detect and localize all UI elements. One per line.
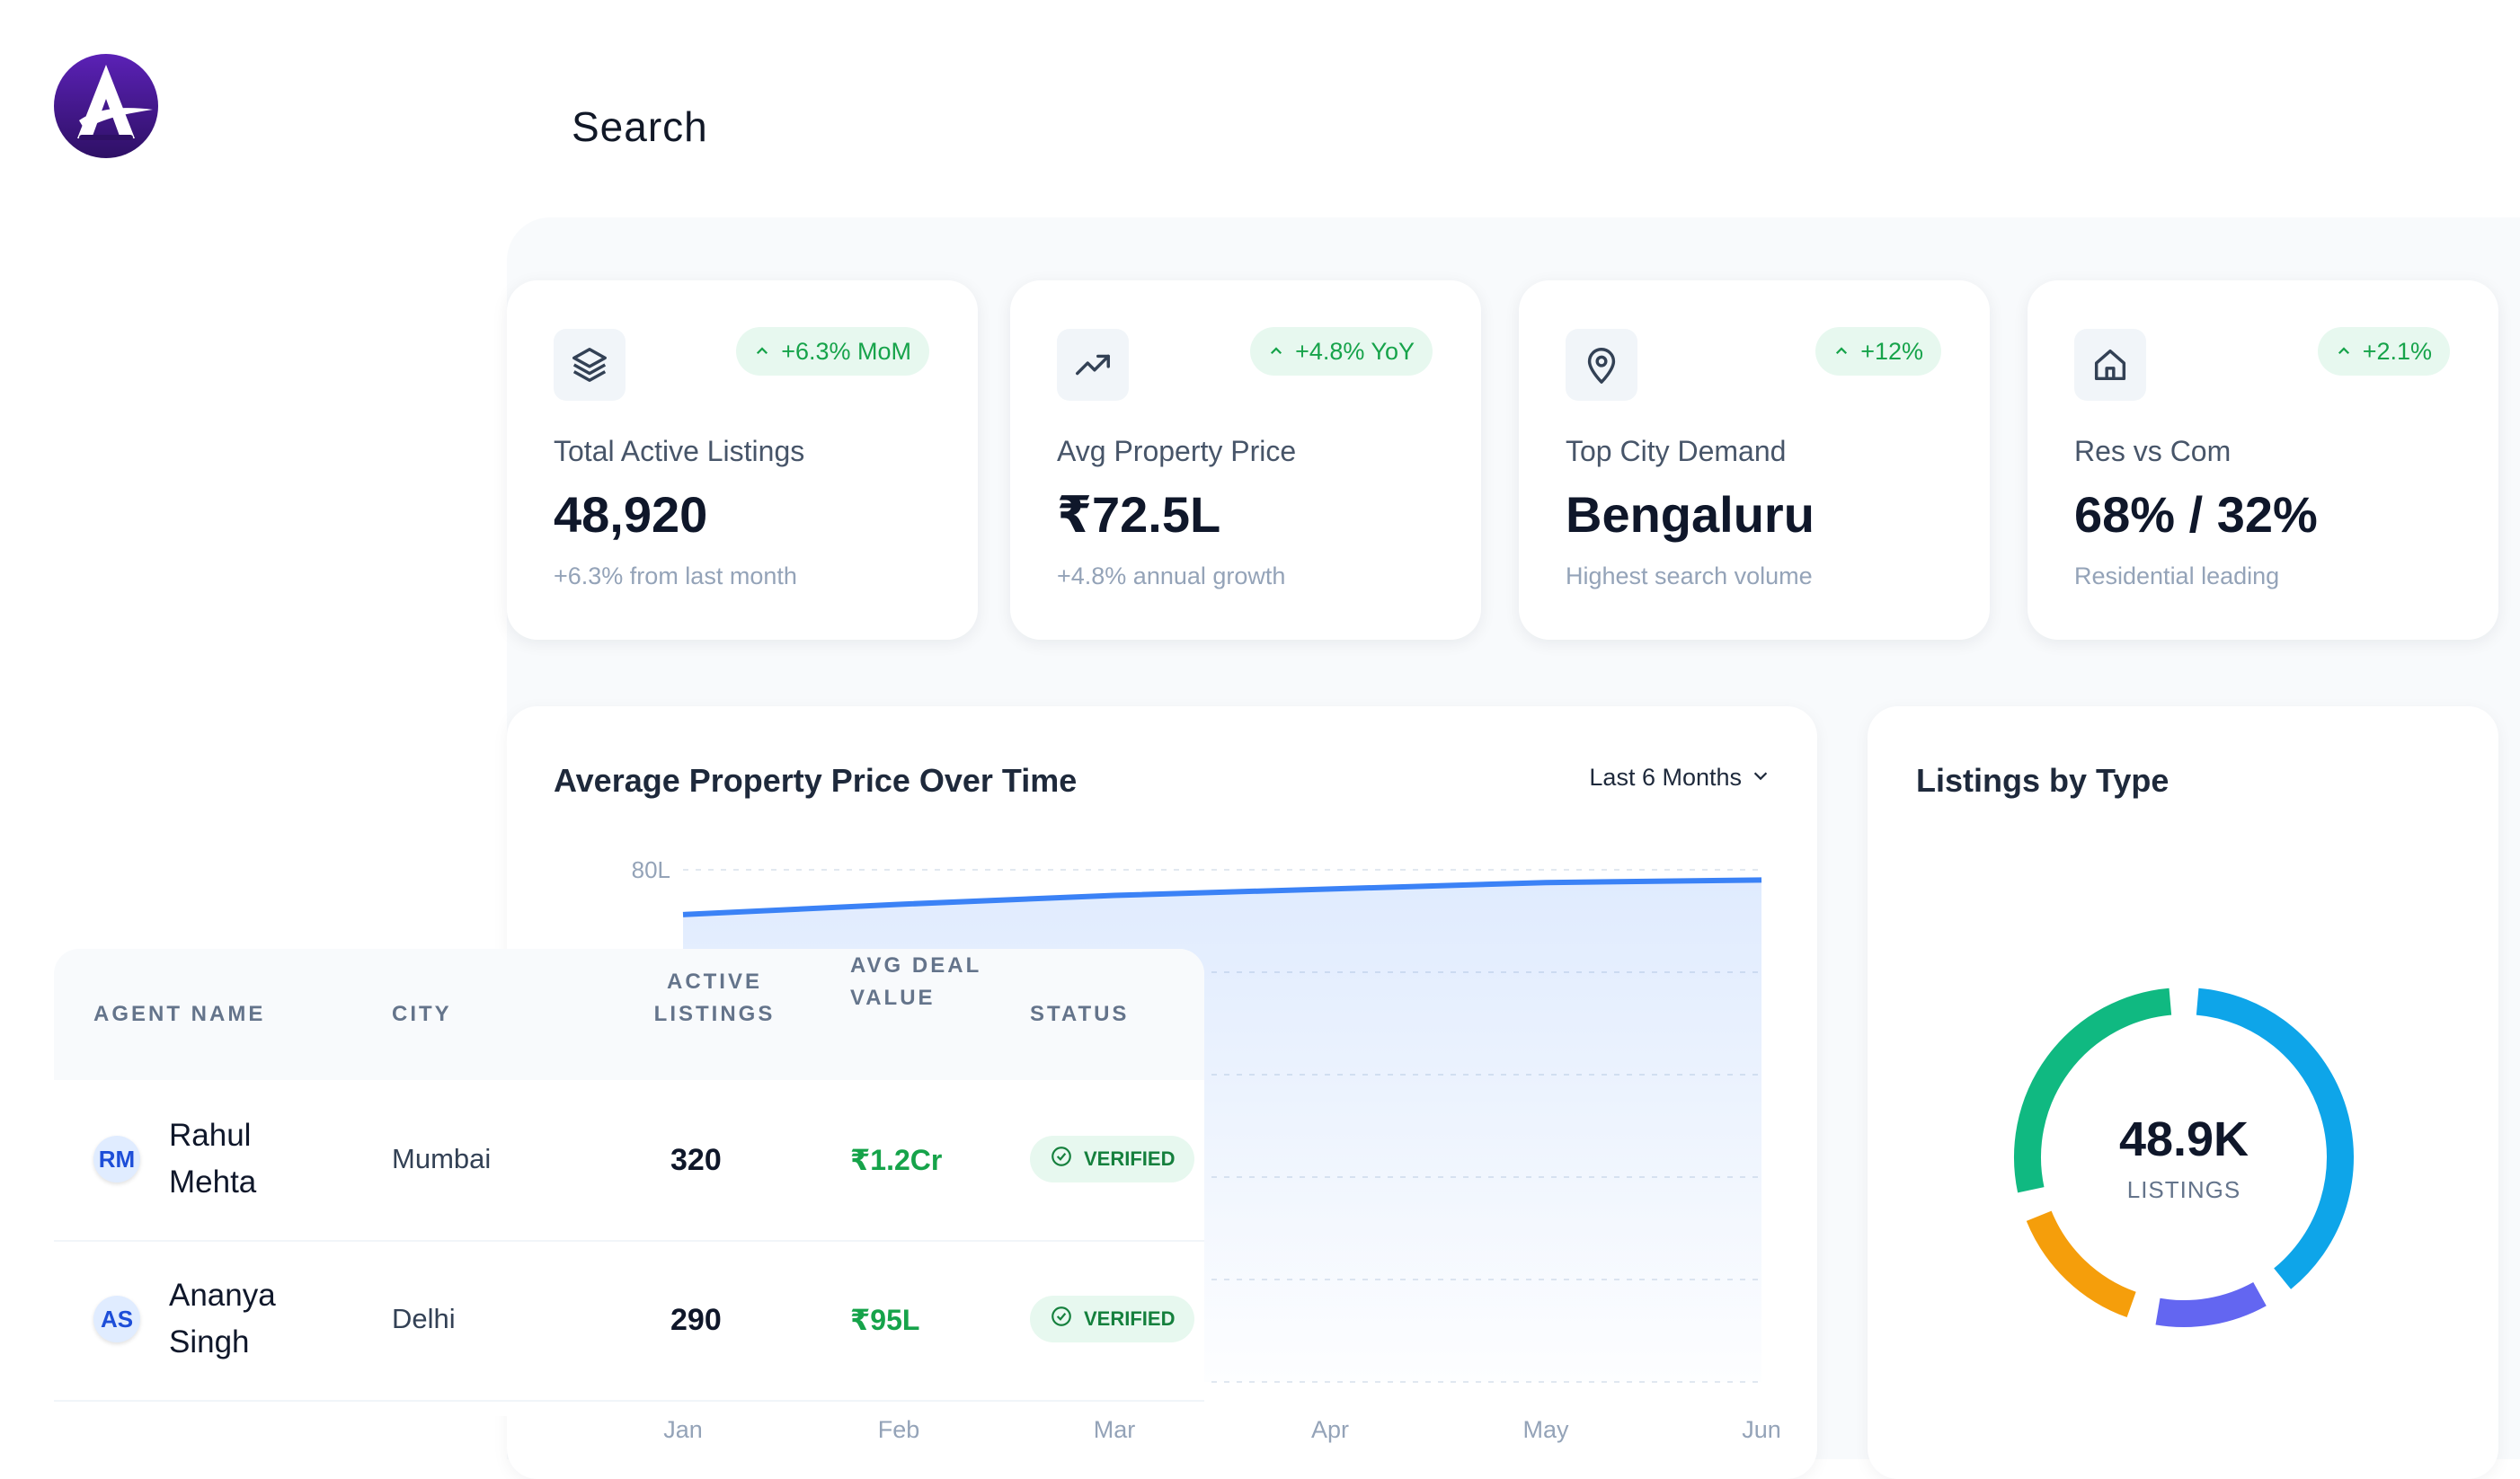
check-circle-icon bbox=[1050, 1305, 1073, 1333]
kpi-change-badge: +12% bbox=[1815, 327, 1941, 376]
kpi-card-top-city[interactable]: +12% Top City Demand Bengaluru Highest s… bbox=[1519, 280, 1990, 640]
kpi-change-badge: +6.3% MoM bbox=[736, 327, 929, 376]
agent-city: Mumbai bbox=[392, 1143, 492, 1174]
chevron-up-icon bbox=[2336, 338, 2352, 366]
chevron-up-icon bbox=[1268, 338, 1284, 366]
trend-up-icon bbox=[1057, 329, 1129, 401]
kpi-value: 68% / 32% bbox=[2074, 486, 2318, 543]
search-label[interactable]: Search bbox=[572, 102, 708, 151]
avatar: AS bbox=[93, 1296, 140, 1342]
table-row[interactable]: RM Rahul Mehta Mumbai 320 ₹1.2Cr VERIFIE… bbox=[54, 1080, 1204, 1242]
kpi-label: Total Active Listings bbox=[554, 435, 805, 467]
agent-avg-deal-value: ₹1.2Cr bbox=[850, 1144, 943, 1176]
agents-table: AGENT NAME CITY ACTIVE LISTINGS AVG DEAL… bbox=[54, 949, 1204, 1416]
status-text: VERIFIED bbox=[1084, 1147, 1176, 1170]
kpi-value: 48,920 bbox=[554, 486, 708, 543]
kpi-value: Bengaluru bbox=[1566, 486, 1815, 543]
donut-total: 48.9K bbox=[2118, 1111, 2249, 1166]
brand-logo[interactable] bbox=[52, 52, 160, 160]
agent-active-listings: 320 bbox=[670, 1143, 722, 1177]
chevron-up-icon bbox=[1833, 338, 1850, 366]
kpi-badge-text: +6.3% MoM bbox=[781, 337, 911, 365]
check-circle-icon bbox=[1050, 1145, 1073, 1173]
column-header-status[interactable]: STATUS bbox=[1030, 998, 1129, 1031]
agent-name: Ananya Singh bbox=[169, 1278, 276, 1359]
agent-name: Rahul Mehta bbox=[169, 1118, 257, 1200]
kpi-badge-text: +12% bbox=[1860, 337, 1923, 365]
kpi-label: Avg Property Price bbox=[1057, 435, 1297, 467]
x-tick-label: Apr bbox=[1311, 1416, 1349, 1443]
status-badge: VERIFIED bbox=[1030, 1136, 1195, 1182]
kpi-label: Res vs Com bbox=[2074, 435, 2232, 467]
x-tick-label: Jun bbox=[1742, 1416, 1781, 1443]
y-tick-label: 80L bbox=[632, 856, 670, 883]
column-header-agent-name[interactable]: AGENT NAME bbox=[93, 998, 265, 1031]
kpi-badge-text: +4.8% YoY bbox=[1295, 337, 1415, 365]
kpi-card-res-vs-com[interactable]: +2.1% Res vs Com 68% / 32% Residential l… bbox=[2028, 280, 2498, 640]
home-icon bbox=[2074, 329, 2146, 401]
agent-avg-deal-value: ₹95L bbox=[850, 1304, 920, 1336]
agent-active-listings: 290 bbox=[670, 1303, 722, 1337]
x-tick-label: Mar bbox=[1094, 1416, 1136, 1443]
x-tick-label: Jan bbox=[663, 1416, 703, 1443]
table-header: AGENT NAME CITY ACTIVE LISTINGS AVG DEAL… bbox=[54, 949, 1204, 1080]
kpi-value: ₹72.5L bbox=[1057, 486, 1221, 543]
donut-center: 48.9K LISTINGS bbox=[2011, 985, 2356, 1330]
kpi-note: +4.8% annual growth bbox=[1057, 562, 1286, 589]
agent-city: Delhi bbox=[392, 1303, 456, 1334]
kpi-badge-text: +2.1% bbox=[2362, 337, 2432, 365]
donut-caption: LISTINGS bbox=[2126, 1175, 2241, 1203]
chevron-up-icon bbox=[754, 338, 770, 366]
listings-by-type-card: Listings by Type 48.9K LISTINGS bbox=[1868, 706, 2498, 1479]
x-tick-label: May bbox=[1522, 1416, 1569, 1443]
x-tick-label: Feb bbox=[878, 1416, 920, 1443]
column-header-active-listings[interactable]: ACTIVE LISTINGS bbox=[638, 966, 791, 1031]
kpi-card-total-listings[interactable]: +6.3% MoM Total Active Listings 48,920 +… bbox=[507, 280, 978, 640]
table-row[interactable]: AS Ananya Singh Delhi 290 ₹95L VERIFIED bbox=[54, 1240, 1204, 1402]
kpi-change-badge: +2.1% bbox=[2317, 327, 2450, 376]
kpi-card-avg-price[interactable]: +4.8% YoY Avg Property Price ₹72.5L +4.8… bbox=[1010, 280, 1481, 640]
kpi-note: +6.3% from last month bbox=[554, 562, 797, 589]
kpi-note: Highest search volume bbox=[1566, 562, 1813, 589]
kpi-note: Residential leading bbox=[2074, 562, 2280, 589]
kpi-change-badge: +4.8% YoY bbox=[1250, 327, 1433, 376]
map-pin-icon bbox=[1566, 329, 1637, 401]
status-badge: VERIFIED bbox=[1030, 1296, 1195, 1342]
kpi-label: Top City Demand bbox=[1566, 435, 1787, 467]
type-chart-title: Listings by Type bbox=[1916, 762, 2170, 799]
column-header-city[interactable]: CITY bbox=[392, 998, 452, 1031]
avatar: RM bbox=[93, 1136, 140, 1182]
column-header-avg-deal-value[interactable]: AVG DEAL VALUE bbox=[850, 950, 985, 1014]
status-text: VERIFIED bbox=[1084, 1307, 1176, 1330]
layers-icon bbox=[554, 329, 626, 401]
